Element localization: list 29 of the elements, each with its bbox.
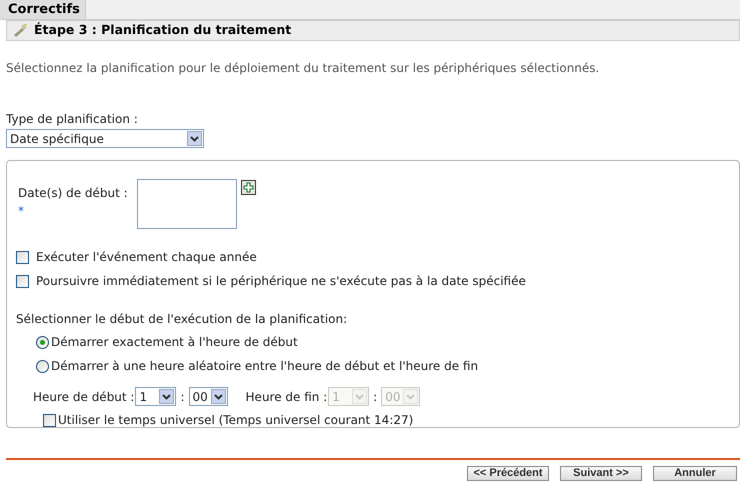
nav-button[interactable]: Annuler [653, 466, 737, 481]
wrench-icon [13, 24, 28, 37]
tab[interactable]: Correctifs [0, 0, 86, 19]
checkbox[interactable] [16, 250, 29, 264]
start-dates-label: Date(s) de début : * [18, 185, 129, 220]
schedule-type-label: Type de planification : [6, 111, 139, 128]
step-title: Étape 3 : Planification du traitement [34, 21, 292, 40]
radio-label: Démarrer exactement à l'heure de début [51, 334, 298, 351]
nav-button[interactable]: << Précédent [467, 466, 549, 481]
start-mode-label: Sélectionner le début de l'exécution de la planification: [16, 311, 348, 328]
option-label: Poursuivre immédiatement si le périphérique ne s'exécute pas à la date spécifiée [36, 273, 526, 290]
dropdown[interactable]: 00 [188, 387, 228, 406]
checkbox[interactable] [43, 414, 56, 426]
radio-button[interactable] [36, 336, 49, 348]
time-label: Heure de début : [33, 388, 134, 406]
option-label: Exécuter l'événement chaque année [36, 249, 257, 266]
start-dates-field[interactable] [137, 179, 237, 229]
time-separator: : [180, 388, 185, 406]
description: Sélectionnez la planification pour le déploiement du traitement sur les périphériques sélectionnés. [6, 60, 600, 77]
time-separator: : [373, 388, 378, 406]
utc-label: Utiliser le temps universel (Temps universel courant 14:27) [58, 412, 414, 429]
checkbox[interactable] [16, 274, 29, 288]
radio-button[interactable] [36, 360, 49, 372]
dropdown[interactable]: 1 [135, 387, 176, 406]
nav-button[interactable]: Suivant >> [560, 466, 642, 481]
radio-label: Démarrer à une heure aléatoire entre l'heure de début et l'heure de fin [51, 358, 478, 375]
add-button[interactable] [241, 180, 256, 195]
dropdown[interactable]: Date spécifique [6, 129, 204, 148]
time-label: Heure de fin : [246, 388, 328, 406]
